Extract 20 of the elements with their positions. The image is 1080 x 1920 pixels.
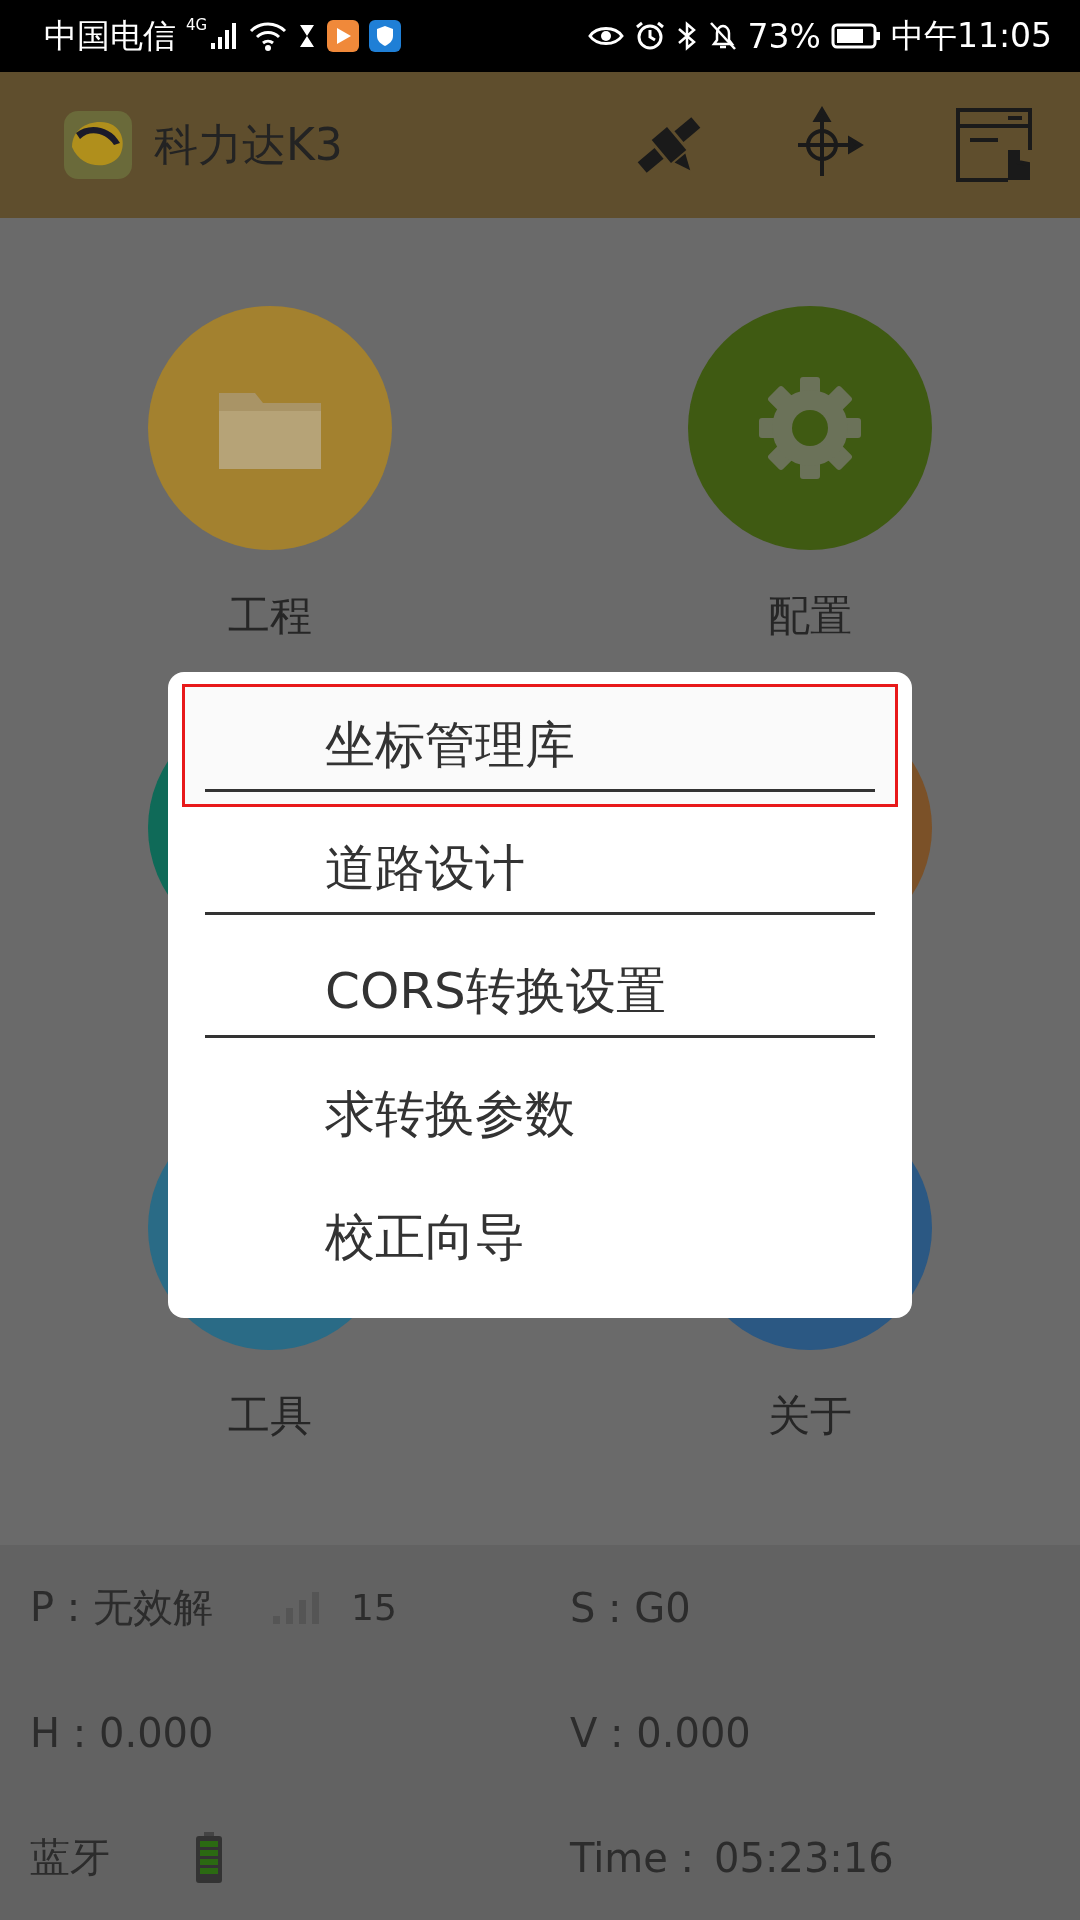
carrier-name: 中国电信 bbox=[44, 14, 176, 57]
tile-label: 工程 bbox=[228, 590, 312, 642]
battery-icon bbox=[830, 22, 881, 50]
shield-app-icon bbox=[369, 20, 402, 52]
menu-item[interactable]: 求转换参数 bbox=[182, 1053, 898, 1176]
muted-bell-icon bbox=[707, 20, 738, 52]
app-logo-icon bbox=[62, 109, 134, 181]
alarm-icon bbox=[633, 20, 666, 52]
wifi-icon bbox=[249, 21, 288, 51]
tile-label: 配置 bbox=[768, 590, 852, 642]
app-title: 科力达K3 bbox=[154, 117, 343, 172]
menu-item[interactable]: 校正向导 bbox=[182, 1176, 898, 1299]
tile-label: 关于 bbox=[768, 1390, 852, 1442]
battery-percent: 73% bbox=[747, 16, 821, 56]
app-icon bbox=[327, 20, 360, 52]
menu-item[interactable]: 坐标管理库 bbox=[182, 684, 898, 807]
clock: 中午11:05 bbox=[890, 14, 1052, 57]
tile-label: 工具 bbox=[228, 1390, 312, 1442]
battery-level-icon bbox=[194, 1830, 224, 1885]
network-type: 4G bbox=[186, 16, 208, 34]
